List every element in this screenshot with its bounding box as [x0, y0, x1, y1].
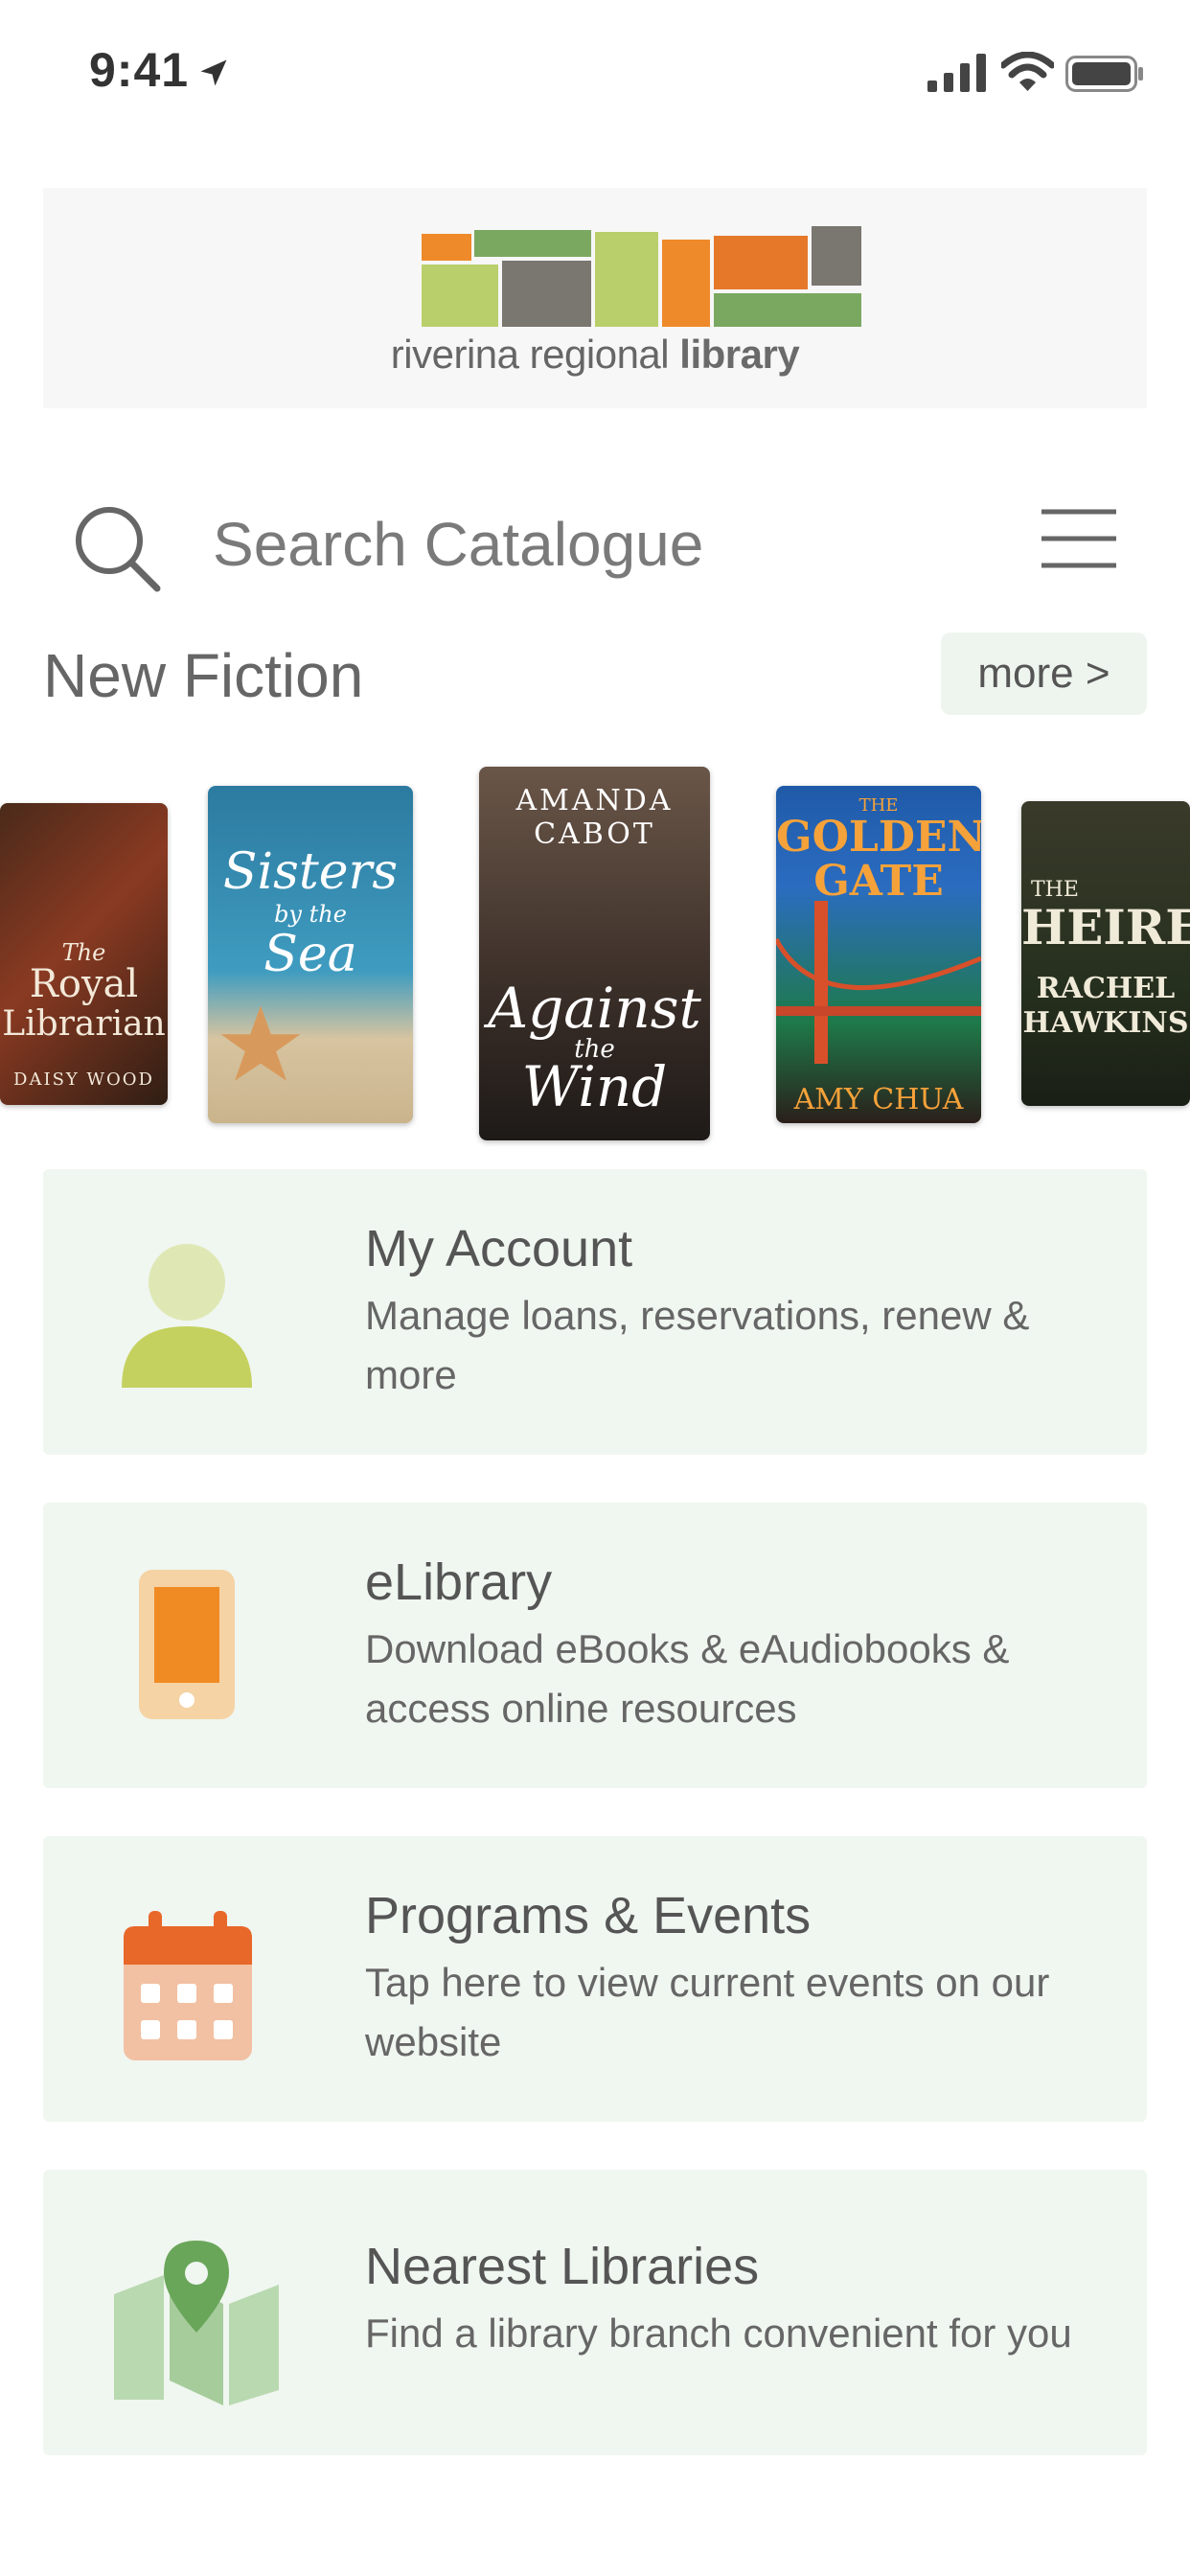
elibrary-card[interactable]: eLibrary Download eBooks & eAudiobooks &…: [43, 1503, 1147, 1788]
book-author: DAISY WOOD: [13, 1070, 154, 1090]
card-description: Tap here to view current events on our w…: [365, 1960, 1050, 2064]
wifi-icon: [1001, 52, 1054, 91]
logo-wordmark: riverina regional library: [43, 332, 1147, 378]
book-title-line: Sisters: [222, 843, 399, 901]
book-author: HAWKINS: [1022, 1006, 1189, 1040]
book-title-line: Against: [488, 976, 701, 1041]
calendar-icon: [124, 1911, 252, 2060]
logo-text-bold: library: [679, 332, 800, 377]
more-button[interactable]: more >: [941, 632, 1147, 715]
book-cover-sisters-by-the-sea[interactable]: Sisters by the Sea: [208, 786, 413, 1123]
book-title-line: by the: [274, 901, 347, 928]
status-bar: 9:41: [0, 0, 1190, 144]
book-title-line: Sea: [263, 926, 357, 983]
book-author: AMY CHUA: [793, 1083, 964, 1116]
card-description: Download eBooks & eAudiobooks & access o…: [365, 1626, 1010, 1731]
status-time: 9:41: [89, 43, 190, 97]
phone-icon: [139, 1570, 235, 1719]
cellular-signal-icon: [927, 54, 986, 92]
card-description: Manage loans, reservations, renew & more: [365, 1293, 1030, 1397]
book-title-line: Librarian: [2, 1004, 166, 1044]
programs-events-card[interactable]: Programs & Events Tap here to view curre…: [43, 1836, 1147, 2122]
logo-blocks-icon: [422, 226, 861, 327]
book-cover-royal-librarian[interactable]: The Royal Librarian DAISY WOOD: [0, 803, 168, 1105]
book-title-line: HEIRESS: [1021, 899, 1190, 955]
starfish-icon: [220, 1005, 301, 1081]
section-title-new-fiction: New Fiction: [43, 641, 364, 710]
book-title-line: Wind: [521, 1054, 668, 1119]
battery-icon: [1065, 56, 1143, 92]
card-description: Find a library branch convenient for you: [365, 2311, 1072, 2356]
book-cover-golden-gate[interactable]: THE GOLDEN GATE AMY CHUA: [776, 786, 981, 1123]
search-icon[interactable]: [69, 500, 165, 596]
card-title: Nearest Libraries: [365, 2238, 760, 2295]
card-title: My Account: [365, 1220, 633, 1277]
hamburger-menu-icon[interactable]: [1040, 508, 1118, 569]
search-input[interactable]: [213, 506, 960, 583]
book-author: AMANDA CABOT: [515, 784, 674, 851]
book-author: RACHEL: [1036, 972, 1176, 1005]
nearest-libraries-card[interactable]: Nearest Libraries Find a library branch …: [43, 2170, 1147, 2455]
card-title: Programs & Events: [365, 1887, 812, 1944]
logo-text-regular: riverina regional: [390, 332, 680, 377]
book-cover-the-heiress[interactable]: THE HEIRESS RACHEL HAWKINS: [1021, 801, 1190, 1106]
book-cover-against-the-wind[interactable]: AMANDA CABOT Against the Wind: [479, 767, 710, 1140]
my-account-card[interactable]: My Account Manage loans, reservations, r…: [43, 1169, 1147, 1455]
book-title-line: GOLDEN: [776, 813, 981, 862]
book-title-line: GATE: [813, 857, 944, 906]
library-logo: riverina regional library: [43, 188, 1147, 408]
location-arrow-icon: [200, 59, 227, 86]
user-icon: [122, 1244, 252, 1388]
map-pin-icon: [114, 2241, 279, 2405]
card-title: eLibrary: [365, 1553, 553, 1611]
book-title-line: Royal: [29, 962, 139, 1006]
bridge-illustration-icon: [776, 901, 981, 1064]
